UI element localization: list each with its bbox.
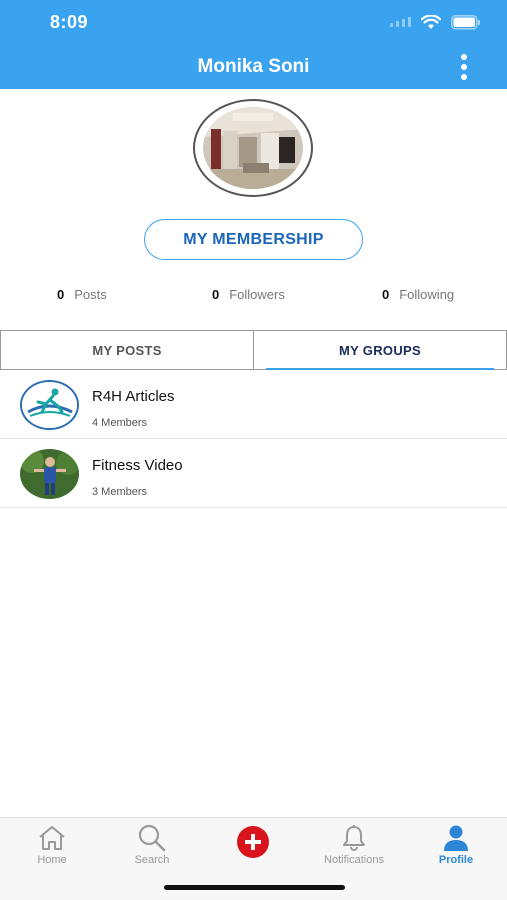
nav-search[interactable]: Search — [124, 818, 180, 878]
search-icon — [137, 824, 167, 852]
group-members-count: 3 Members — [92, 486, 148, 498]
list-item[interactable]: R4H Articles 4 Members — [0, 370, 507, 439]
add-post-icon — [236, 826, 270, 858]
following-label: Following — [399, 287, 455, 302]
battery-icon — [451, 14, 481, 30]
followers-label: Followers — [229, 287, 285, 302]
stat-followers[interactable]: 0 Followers — [212, 287, 285, 302]
nav-notifications-label: Notifications — [324, 854, 384, 866]
stat-following[interactable]: 0 Following — [382, 287, 454, 302]
nav-profile[interactable]: Profile — [428, 818, 484, 878]
wifi-icon — [421, 14, 441, 30]
tab-my-groups[interactable]: MY GROUPS — [254, 330, 507, 370]
nav-profile-label: Profile — [438, 854, 474, 866]
my-membership-button[interactable]: MY MEMBERSHIP — [144, 219, 363, 260]
status-time: 8:09 — [50, 12, 89, 32]
profile-stats: 0 Posts 0 Followers 0 Following — [0, 287, 507, 305]
following-count: 0 — [382, 287, 390, 302]
profile-photo — [203, 107, 303, 189]
followers-count: 0 — [212, 287, 220, 302]
posts-count: 0 — [57, 287, 65, 302]
profile-tabs: MY POSTS MY GROUPS — [0, 330, 507, 370]
status-icons — [390, 14, 481, 30]
bell-icon — [341, 824, 367, 852]
profile-icon — [442, 824, 470, 852]
profile-avatar[interactable] — [193, 99, 313, 197]
group-avatar-r4h — [20, 380, 79, 430]
signal-icon — [390, 17, 411, 27]
group-name: R4H Articles — [92, 388, 175, 405]
groups-list: R4H Articles 4 Members Fitness Video 3 M… — [0, 370, 507, 508]
nav-notifications[interactable]: Notifications — [312, 818, 396, 878]
list-item[interactable]: Fitness Video 3 Members — [0, 439, 507, 508]
home-indicator — [164, 885, 345, 890]
nav-add-post[interactable] — [230, 818, 276, 878]
posts-label: Posts — [74, 287, 107, 302]
more-options-icon[interactable] — [457, 54, 471, 80]
nav-search-label: Search — [134, 854, 170, 866]
home-icon — [37, 824, 67, 852]
group-avatar-fitness — [20, 449, 79, 499]
nav-home[interactable]: Home — [24, 818, 80, 878]
nav-home-label: Home — [37, 854, 67, 866]
page-title: Monika Soni — [197, 56, 310, 77]
tab-my-posts[interactable]: MY POSTS — [0, 330, 254, 370]
stat-posts[interactable]: 0 Posts — [57, 287, 107, 302]
app-header: 8:09 Monika Soni — [0, 0, 507, 89]
group-members-count: 4 Members — [92, 417, 148, 429]
group-name: Fitness Video — [92, 457, 183, 474]
